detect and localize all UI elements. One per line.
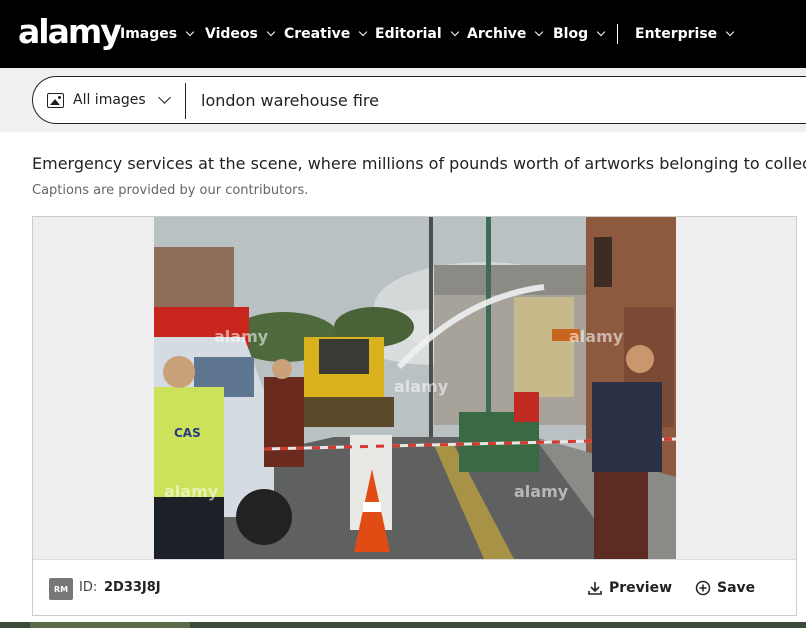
top-nav: alamy Images Videos Creative Editorial A… (0, 0, 806, 68)
chevron-down-icon (266, 27, 276, 37)
fire-scene-photo[interactable]: CAS alamy alamy alamy alamy alamy (154, 217, 676, 559)
download-icon (588, 582, 602, 595)
image-card-footer: RM ID: 2D33J8J Preview Save (33, 559, 796, 615)
chevron-down-icon (725, 27, 735, 37)
nav-images[interactable]: Images (120, 24, 195, 44)
alamy-logo[interactable]: alamy (18, 12, 122, 52)
preview-label: Preview (609, 580, 673, 596)
nav-blog[interactable]: Blog (553, 24, 606, 44)
nav-enterprise-label: Enterprise (635, 26, 718, 42)
fire-scene-image: CAS alamy alamy alamy alamy alamy (154, 217, 676, 559)
caption-note: Captions are provided by our contributor… (32, 183, 309, 198)
nav-creative-label: Creative (284, 26, 351, 42)
next-image-strip (0, 622, 806, 628)
chevron-down-icon (157, 90, 171, 104)
watermark-5: alamy (514, 482, 569, 501)
nav-archive[interactable]: Archive (467, 24, 544, 44)
next-image-thumb (30, 622, 190, 628)
search-bar-row: All images (0, 68, 806, 132)
nav-archive-label: Archive (467, 26, 527, 42)
image-id-value: 2D33J8J (104, 580, 161, 595)
image-card: CAS alamy alamy alamy alamy alamy RM ID:… (32, 216, 797, 616)
nav-separator (617, 24, 618, 44)
vest-text: CAS (174, 426, 201, 440)
nav-creative[interactable]: Creative (284, 24, 368, 44)
image-icon (47, 92, 64, 108)
preview-button[interactable]: Preview (587, 576, 672, 600)
search-input[interactable] (201, 85, 801, 115)
watermark-4: alamy (164, 482, 219, 501)
nav-blog-label: Blog (553, 26, 589, 42)
search-box: All images (32, 76, 806, 124)
nav-editorial-label: Editorial (375, 26, 442, 42)
chevron-down-icon (358, 27, 368, 37)
save-button[interactable]: Save (695, 576, 755, 600)
search-divider (185, 83, 186, 119)
photo-area: CAS alamy alamy alamy alamy alamy (33, 217, 796, 559)
image-type-label: All images (73, 92, 146, 108)
nav-enterprise[interactable]: Enterprise (635, 24, 735, 44)
save-label: Save (717, 580, 756, 596)
image-caption: Emergency services at the scene, where m… (32, 154, 806, 173)
watermark-2: alamy (394, 377, 449, 396)
chevron-down-icon (185, 27, 195, 37)
chevron-down-icon (450, 27, 459, 37)
watermark-3: alamy (569, 327, 624, 346)
nav-editorial[interactable]: Editorial (375, 24, 459, 44)
add-circle-icon (695, 580, 711, 596)
watermark-1: alamy (214, 327, 269, 346)
nav-videos-label: Videos (205, 26, 258, 42)
nav-images-label: Images (120, 26, 178, 42)
chevron-down-icon (535, 27, 544, 37)
chevron-down-icon (596, 27, 606, 37)
nav-videos[interactable]: Videos (205, 24, 276, 44)
image-id-label: ID: (79, 580, 98, 595)
license-badge: RM (49, 578, 73, 600)
image-type-dropdown[interactable]: All images (47, 77, 171, 123)
